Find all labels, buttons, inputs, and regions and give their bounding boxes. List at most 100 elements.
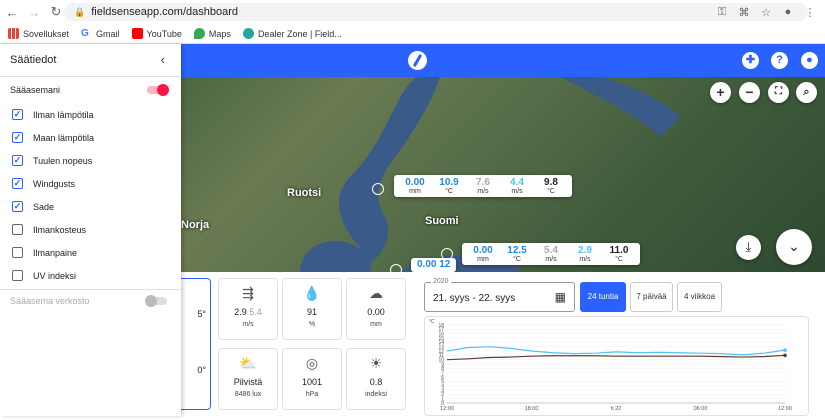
map-search-button[interactable]: ⌕ bbox=[796, 82, 817, 103]
popup-value: 12.5 bbox=[507, 245, 527, 256]
pressure-gauge-icon: ◎ bbox=[305, 355, 319, 371]
browser-toolbar: ← → ↻ 🔒 fieldsenseapp.com/dashboard ⚿ ⌘ … bbox=[0, 0, 825, 24]
chevron-left-icon[interactable]: ‹ bbox=[161, 52, 165, 67]
station-popup-1[interactable]: 0.00 mm 10.9 °C 7.6 m/s 4.4 m/s 9.8 °C bbox=[394, 175, 572, 197]
bookmark-maps[interactable]: Maps bbox=[193, 28, 231, 39]
rain-tile[interactable]: ☁ 0.00 mm bbox=[346, 278, 406, 340]
toggle-knob bbox=[157, 84, 169, 96]
sidebar-item-air-temp[interactable]: Ilman lämpötila bbox=[0, 103, 181, 126]
address-bar[interactable]: 🔒 fieldsenseapp.com/dashboard bbox=[64, 3, 808, 21]
series-end-point-1 bbox=[783, 353, 787, 358]
sidebar-item-label: Windgusts bbox=[33, 178, 76, 189]
uv-tile[interactable]: ☀ 0.8 indeksi bbox=[346, 348, 406, 410]
checkbox[interactable] bbox=[12, 109, 23, 120]
humidity-value: 91 bbox=[306, 307, 317, 317]
maps-pin-icon bbox=[193, 28, 205, 39]
date-range-picker[interactable]: 2020 21. syys - 22. syys ▦ bbox=[424, 278, 575, 312]
sidebar-item-label: Ilman lämpötila bbox=[33, 109, 94, 120]
bookmark-gmail[interactable]: G Gmail bbox=[81, 28, 120, 39]
bookmark-label: Sovellukset bbox=[23, 28, 70, 39]
map-label-norway: Norja bbox=[181, 219, 210, 231]
rain-unit: mm bbox=[370, 321, 382, 328]
pressure-unit: hPa bbox=[305, 391, 319, 398]
sidebar-item-uv[interactable]: UV indeksi bbox=[0, 264, 181, 287]
my-stations-label: Sääasemani bbox=[10, 85, 61, 95]
checkbox[interactable] bbox=[12, 155, 23, 166]
sidebar-item-windgusts[interactable]: Windgusts bbox=[0, 172, 181, 195]
map-label-sweden: Ruotsi bbox=[287, 187, 322, 199]
checkbox[interactable] bbox=[12, 270, 23, 281]
sidebar-item-rain[interactable]: Sade bbox=[0, 195, 181, 218]
fieldsense-logo[interactable] bbox=[408, 51, 427, 70]
sidebar-header: Säätiedot ‹ bbox=[0, 44, 181, 77]
station-popup-3[interactable]: 0.00 12 bbox=[411, 258, 457, 272]
rain-value: 0.00 bbox=[367, 307, 385, 317]
range-4w-button[interactable]: 4 viikkoa bbox=[677, 282, 722, 312]
station-details-panel: 5° 0° ⇶ 2.9 5.4 m/s 💧 91 % ☁ 0.00 mm ⛅ P… bbox=[171, 272, 825, 416]
help-icon[interactable]: ? bbox=[771, 52, 788, 69]
temperature-chart: °C 0 1 2 3 4 5 6 7 8 9 10 11 12 13 14 15 16 17 18 12:00 18:00… bbox=[424, 316, 809, 416]
download-button[interactable]: ⤓ bbox=[736, 235, 761, 260]
bookmark-label: Dealer Zone | Field... bbox=[257, 28, 342, 39]
gust-value: 5.4 bbox=[249, 307, 262, 317]
zoom-in-button[interactable]: + bbox=[710, 82, 731, 103]
menu-icon[interactable]: ⋮ bbox=[803, 6, 817, 19]
popup-value: 0.00 12 bbox=[417, 259, 451, 270]
profile-icon[interactable]: ● bbox=[781, 6, 795, 18]
translate-icon[interactable]: ⌘ bbox=[737, 6, 751, 19]
account-icon[interactable]: ● bbox=[801, 52, 818, 69]
checkbox[interactable] bbox=[12, 224, 23, 235]
x-tick-label: 18:00 bbox=[525, 406, 539, 412]
fullscreen-button[interactable]: ⛶ bbox=[768, 82, 789, 103]
popup-unit: °C bbox=[445, 188, 453, 195]
lock-icon: 🔒 bbox=[74, 6, 86, 17]
humidity-icon: 💧 bbox=[303, 285, 321, 301]
bookmark-youtube[interactable]: YouTube bbox=[131, 28, 182, 39]
sidebar-item-soil-temp[interactable]: Maan lämpötila bbox=[0, 126, 181, 149]
station-popup-2[interactable]: 0.00 mm 12.5 °C 5.4 m/s 2.9 m/s 11.0 °C bbox=[462, 243, 640, 265]
sky-tile[interactable]: ⛅ Pilvistä 8486 lux bbox=[218, 348, 278, 410]
popup-value: 10.9 bbox=[439, 177, 459, 188]
x-tick-label: 12:00 bbox=[778, 406, 792, 412]
sidebar-item-wind-speed[interactable]: Tuulen nopeus bbox=[0, 149, 181, 172]
bookmark-label: YouTube bbox=[146, 28, 182, 39]
checkbox[interactable] bbox=[12, 201, 23, 212]
pressure-value: 1001 bbox=[301, 377, 323, 387]
wind-tile[interactable]: ⇶ 2.9 5.4 m/s bbox=[218, 278, 278, 340]
pressure-tile[interactable]: ◎ 1001 hPa bbox=[282, 348, 342, 410]
bookmark-apps[interactable]: Sovellukset bbox=[8, 28, 69, 39]
checkbox[interactable] bbox=[12, 247, 23, 258]
station-marker[interactable] bbox=[372, 183, 384, 195]
humidity-tile[interactable]: 💧 91 % bbox=[282, 278, 342, 340]
popup-value: 2.9 bbox=[578, 245, 592, 256]
popup-value: 0.00 bbox=[405, 177, 425, 188]
humidity-unit: % bbox=[308, 321, 316, 328]
chart-svg: °C012345678910111213141516171812:00 18:00… bbox=[429, 319, 792, 412]
reload-icon[interactable]: ↻ bbox=[46, 2, 66, 22]
checkbox[interactable] bbox=[12, 132, 23, 143]
series-end-point-0 bbox=[783, 348, 787, 352]
sidebar-item-pressure[interactable]: Ilmanpaine bbox=[0, 241, 181, 264]
back-icon[interactable]: ← bbox=[2, 2, 22, 22]
star-icon[interactable]: ☆ bbox=[759, 6, 773, 19]
x-tick-label: 06:00 bbox=[694, 406, 708, 412]
station-network-row: Sääasema verkosto bbox=[0, 289, 181, 312]
range-24h-button[interactable]: 24 tuntia bbox=[580, 282, 626, 312]
station-network-toggle[interactable] bbox=[145, 295, 167, 307]
checkbox[interactable] bbox=[12, 178, 23, 189]
zoom-out-button[interactable]: − bbox=[739, 82, 760, 103]
range-7d-button[interactable]: 7 päivää bbox=[630, 282, 673, 312]
url-text: fieldsenseapp.com/dashboard bbox=[91, 6, 238, 18]
expand-panel-button[interactable]: ⌄ bbox=[776, 229, 812, 265]
station-marker[interactable] bbox=[390, 264, 402, 272]
popup-value: 5.4 bbox=[544, 245, 558, 256]
language-icon[interactable]: ✚ bbox=[742, 52, 759, 69]
sidebar-item-label: Tuulen nopeus bbox=[33, 155, 93, 166]
sidebar-item-humidity[interactable]: Ilmankosteus bbox=[0, 218, 181, 241]
sun-icon: ☀ bbox=[369, 355, 383, 371]
my-stations-toggle[interactable] bbox=[147, 84, 169, 96]
key-icon[interactable]: ⚿ bbox=[715, 6, 729, 19]
bookmark-dealer-zone[interactable]: Dealer Zone | Field... bbox=[242, 28, 342, 39]
calendar-icon[interactable]: ▦ bbox=[555, 290, 566, 304]
forward-icon[interactable]: → bbox=[24, 2, 44, 22]
